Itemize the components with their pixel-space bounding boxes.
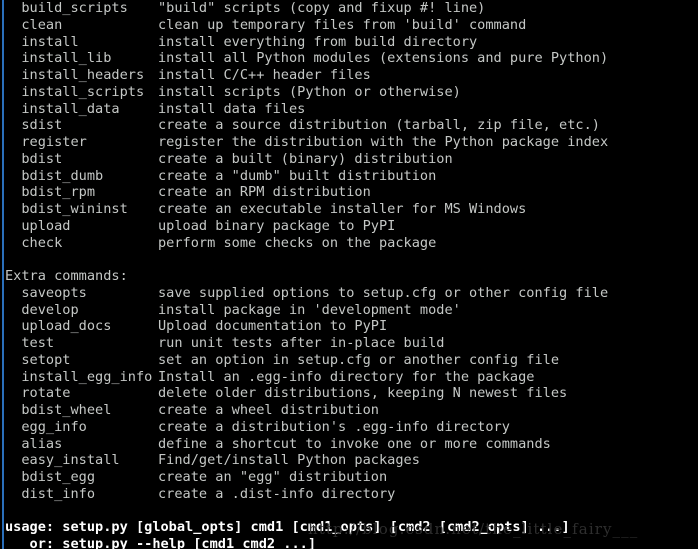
command-description: create a "dumb" built distribution (158, 167, 437, 184)
command-description: create an "egg" distribution (158, 469, 388, 485)
command-description: Find/get/install Python packages (158, 452, 420, 469)
command-name: upload (5, 217, 71, 234)
command-name: test (5, 335, 55, 351)
command-row: install_lib install all Python modules (e… (0, 50, 698, 67)
command-row: install_data install data files (0, 101, 698, 118)
command-description: install data files (158, 100, 306, 117)
command-name: bdist_wininst (5, 201, 128, 217)
command-name: install_headers (5, 67, 145, 83)
command-description: create a built (binary) distribution (158, 150, 453, 167)
usage-line: or: setup.py --help [cmd1 cmd2 ...] (5, 536, 316, 549)
command-row: easy_install Find/get/install Python pack… (0, 452, 698, 469)
command-description: create an executable installer for MS Wi… (158, 201, 527, 217)
command-description: create an RPM distribution (158, 184, 371, 201)
command-description: install C/C++ header files (158, 67, 371, 83)
command-row: clean clean up temporary files from 'buil… (0, 17, 698, 34)
extra-commands-heading-label: Extra commands: (5, 268, 128, 284)
command-row: bdist_dumb create a "dumb" built distribu… (0, 168, 698, 185)
command-row: build_scripts "build" scripts (copy and f… (0, 0, 698, 17)
command-name: alias (5, 435, 63, 452)
command-description: upload binary package to PyPI (158, 217, 396, 234)
command-row: install install everything from build dir… (0, 34, 698, 51)
command-row: bdist_egg create an "egg" distribution (0, 469, 698, 486)
command-name: bdist_dumb (5, 167, 104, 184)
command-row: bdist_rpm create an RPM distribution (0, 184, 698, 201)
command-row: setopt set an option in setup.cfg or anot… (0, 352, 698, 369)
command-name: install_data (5, 100, 120, 117)
command-row: dist_info create a .dist-info directory (0, 486, 698, 503)
command-name: check (5, 234, 63, 251)
command-row: bdist_wininst create an executable instal… (0, 201, 698, 218)
command-row: sdist create a source distribution (tarba… (0, 117, 698, 134)
command-name: dist_info (5, 485, 96, 502)
command-description: install package in 'development mode' (158, 301, 461, 318)
command-row: upload_docs Upload documentation to PyPI (0, 318, 698, 335)
command-row: develop install package in 'development m… (0, 302, 698, 319)
command-description: create a wheel distribution (158, 402, 379, 418)
command-description: create a .dist-info directory (158, 485, 396, 502)
standard-commands-list: build_scripts "build" scripts (copy and f… (0, 0, 698, 251)
command-description: clean up temporary files from 'build' co… (158, 16, 527, 33)
command-name: register (5, 134, 87, 150)
command-name: easy_install (5, 452, 120, 469)
command-row: rotate delete older distributions, keepin… (0, 385, 698, 402)
command-name: setopt (5, 351, 71, 368)
command-description: create a source distribution (tarball, z… (158, 117, 600, 134)
command-name: develop (5, 301, 79, 318)
command-name: bdist_egg (5, 469, 96, 485)
command-description: Install an .egg-info directory for the p… (158, 368, 535, 385)
terminal-window: build_scripts "build" scripts (copy and f… (0, 0, 698, 549)
command-description: Upload documentation to PyPI (158, 318, 388, 335)
command-row: register register the distribution with t… (0, 134, 698, 151)
terminal-screen: build_scripts "build" scripts (copy and f… (0, 0, 698, 549)
command-name: bdist (5, 150, 63, 167)
usage-line: usage: setup.py [global_opts] cmd1 [cmd1… (5, 519, 570, 536)
command-name: build_scripts (5, 0, 128, 16)
command-name: install_lib (5, 50, 112, 67)
command-description: run unit tests after in-place build (158, 335, 445, 351)
command-row: bdist create a built (binary) distributio… (0, 151, 698, 168)
command-row: egg_info create a distribution's .egg-inf… (0, 419, 698, 436)
command-description: define a shortcut to invoke one or more … (158, 435, 551, 452)
command-row: upload upload binary package to PyPI (0, 218, 698, 235)
command-name: bdist_rpm (5, 184, 96, 201)
command-description: install everything from build directory (158, 33, 478, 50)
command-row: install_egg_info Install an .egg-info dir… (0, 369, 698, 386)
extra-commands-section: Extra commands: saveopts save supplied op… (0, 268, 698, 503)
command-name: bdist_wheel (5, 402, 112, 418)
command-name: sdist (5, 117, 63, 134)
command-row: test run unit tests after in-place build (0, 335, 698, 352)
command-row: install_scripts install scripts (Python o… (0, 84, 698, 101)
command-description: install scripts (Python or otherwise) (158, 83, 461, 100)
command-row: alias define a shortcut to invoke one or … (0, 436, 698, 453)
command-description: register the distribution with the Pytho… (158, 134, 609, 150)
command-description: save supplied options to setup.cfg or ot… (158, 284, 609, 301)
command-name: rotate (5, 385, 71, 402)
usage-block: usage: setup.py [global_opts] cmd1 [cmd1… (0, 519, 698, 549)
command-row: install_headers install C/C++ header file… (0, 67, 698, 84)
command-row: check perform some checks on the package (0, 235, 698, 252)
command-description: create a distribution's .egg-info direct… (158, 418, 510, 435)
command-row: bdist_wheel create a wheel distribution (0, 402, 698, 419)
command-name: install_egg_info (5, 368, 153, 385)
command-description: delete older distributions, keeping N ne… (158, 385, 568, 402)
command-description: "build" scripts (copy and fixup #! line) (158, 0, 486, 16)
command-name: install (5, 33, 79, 50)
command-description: perform some checks on the package (158, 234, 437, 251)
command-name: saveopts (5, 284, 87, 301)
command-description: set an option in setup.cfg or another co… (158, 351, 560, 368)
command-name: egg_info (5, 418, 87, 435)
command-row: saveopts save supplied options to setup.c… (0, 285, 698, 302)
command-name: clean (5, 16, 63, 33)
command-description: install all Python modules (extensions a… (158, 50, 609, 67)
command-name: upload_docs (5, 318, 112, 335)
extra-commands-heading: Extra commands: (0, 268, 698, 285)
command-name: install_scripts (5, 83, 145, 100)
